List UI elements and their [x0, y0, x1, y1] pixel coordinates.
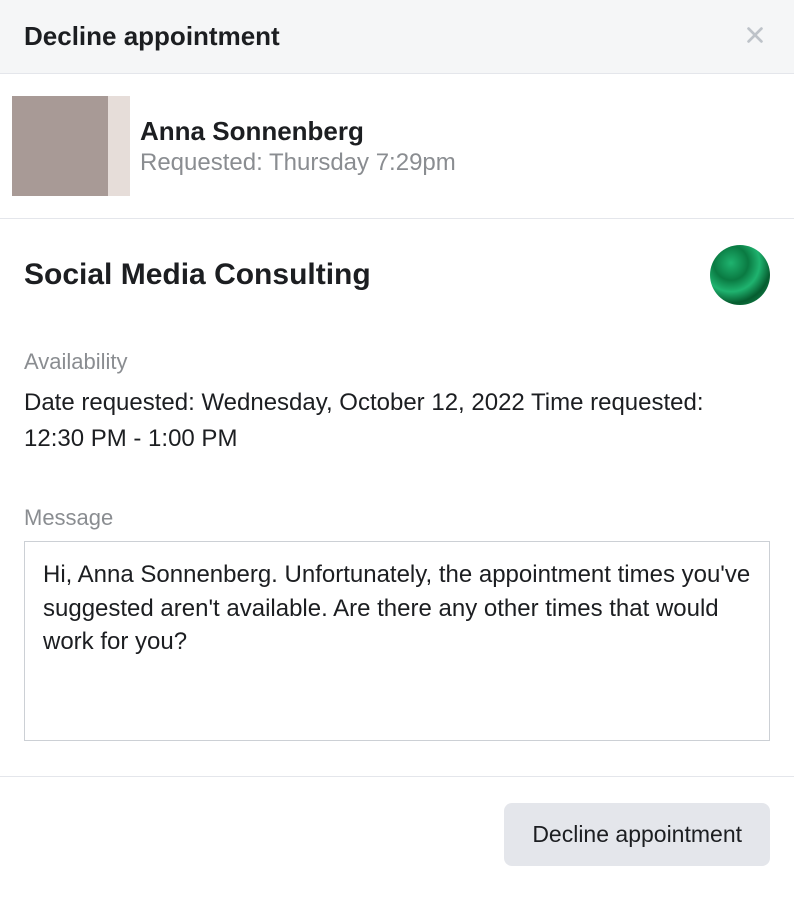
close-button[interactable]: [740, 20, 770, 53]
message-label: Message: [24, 505, 770, 531]
service-title: Social Media Consulting: [24, 258, 371, 292]
availability-label: Availability: [24, 349, 770, 375]
requester-info: Anna Sonnenberg Requested: Thursday 7:29…: [140, 116, 456, 177]
service-header: Social Media Consulting: [24, 245, 770, 305]
requester-avatar: [12, 96, 130, 196]
decline-button[interactable]: Decline appointment: [504, 803, 770, 866]
requested-time: Requested: Thursday 7:29pm: [140, 149, 456, 177]
service-icon: [710, 245, 770, 305]
dialog-header: Decline appointment: [0, 0, 794, 74]
message-textarea[interactable]: [24, 541, 770, 741]
service-section: Social Media Consulting Availability Dat…: [0, 219, 794, 776]
dialog-title: Decline appointment: [24, 21, 280, 52]
dialog-footer: Decline appointment: [0, 776, 794, 892]
close-icon: [744, 24, 766, 46]
requester-section: Anna Sonnenberg Requested: Thursday 7:29…: [0, 74, 794, 219]
availability-text: Date requested: Wednesday, October 12, 2…: [24, 385, 770, 457]
requester-name: Anna Sonnenberg: [140, 116, 456, 147]
